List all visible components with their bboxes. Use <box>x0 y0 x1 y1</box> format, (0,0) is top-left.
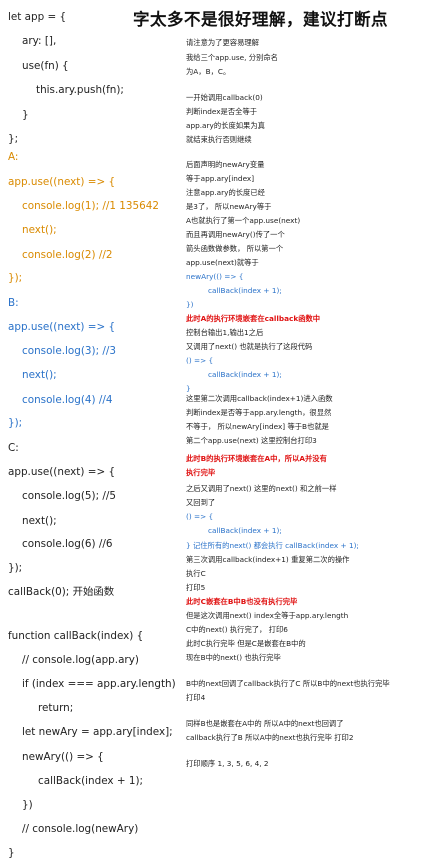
code-line: ary: [], <box>22 35 57 47</box>
code-line: } <box>22 109 29 121</box>
code-line: next(); <box>22 515 57 527</box>
code-line: use(fn) { <box>22 60 69 72</box>
code-line: console.log(4) //4 <box>22 394 113 406</box>
note-line: 此时C执行完毕 但是C是嵌套在B中的 <box>186 639 306 648</box>
note-line: callBack(index + 1); <box>208 526 282 535</box>
note-line: app.use(next)就等于 <box>186 258 259 267</box>
note-line: 请注意为了更容易理解 <box>186 38 259 47</box>
note-line: 现在B中的next() 也执行完毕 <box>186 653 281 662</box>
code-line: B: <box>8 297 19 309</box>
code-line: }); <box>8 272 23 284</box>
code-line: console.log(5); //5 <box>22 490 116 502</box>
note-line: 这里第二次调用callback(index+1)进入函数 <box>186 394 333 403</box>
note-line: } <box>186 384 191 393</box>
note-line: 同样B也是嵌套在A中的 所以A中的next也回调了 <box>186 719 344 728</box>
code-line: C: <box>8 442 19 454</box>
note-line: 又调用了next() 也就是执行了这段代码 <box>186 342 313 351</box>
note-line: 第二个app.use(next) 这里控制台打印3 <box>186 436 317 445</box>
note-line: 此时A的执行环境嵌套在callback函数中 <box>186 314 321 323</box>
note-line: 判断index是否等于app.ary.length，很显然 <box>186 408 332 417</box>
note-line: () => { <box>186 512 214 521</box>
code-line: next(); <box>22 224 57 236</box>
note-line: }) <box>186 300 194 309</box>
code-line: // console.log(newAry) <box>22 823 139 835</box>
note-line: } 记住所有的next() 都会执行 callBack(index + 1); <box>186 541 359 550</box>
code-line: callBack(index + 1); <box>38 775 144 787</box>
code-line: A: <box>8 151 19 163</box>
note-line: 但是这次调用next() index全等于app.ary.length <box>186 611 349 620</box>
note-line: 此时B的执行环境嵌套在A中，所以A并没有 <box>186 454 327 463</box>
note-line: newAry(() => { <box>186 272 244 281</box>
note-line: 一开始调用callback(0) <box>186 93 263 102</box>
note-line: 后面声明的newAry变量 <box>186 160 265 169</box>
note-line: 执行C <box>186 569 206 578</box>
page-title: 字太多不是很好理解，建议打断点 <box>133 10 388 29</box>
note-line: 箭头函数做参数， 所以第一个 <box>186 244 284 253</box>
note-line: app.ary的长度如果为真 <box>186 121 265 130</box>
note-line: 又回到了 <box>186 498 216 507</box>
note-line: 而且再调用newAry()传了一个 <box>186 230 285 239</box>
code-line: app.use((next) => { <box>8 466 116 478</box>
note-line: () => { <box>186 356 214 365</box>
note-line: 注意app.ary的长度已经 <box>186 188 265 197</box>
note-line: 等于app.ary[index] <box>186 174 255 183</box>
note-line: 之后又调用了next() 这里的next() 和之前一样 <box>186 484 337 493</box>
code-line: console.log(6) //6 <box>22 538 113 550</box>
code-line: }); <box>8 562 23 574</box>
code-line: }) <box>22 799 33 811</box>
code-line: // console.log(app.ary) <box>22 654 139 666</box>
code-line: } <box>8 847 15 859</box>
note-line: 第三次调用callback(index+1) 重复第二次的操作 <box>186 555 350 564</box>
code-line: callBack(0); 开始函数 <box>8 586 115 598</box>
note-line: 不等于， 所以newAry[index] 等于B也就是 <box>186 422 329 431</box>
note-line: callback执行了B 所以A中的next也执行完毕 打印2 <box>186 733 354 742</box>
note-line: 打印4 <box>186 693 206 702</box>
note-line: B中的next回调了callback执行了C 所以B中的next也执行完毕 <box>186 679 390 688</box>
code-line: newAry(() => { <box>22 751 104 763</box>
note-line: 打印5 <box>186 583 206 592</box>
note-line: callBack(index + 1); <box>208 286 282 295</box>
note-line: C中的next() 执行完了， 打印6 <box>186 625 288 634</box>
note-line: 此时C嵌套在B中B也没有执行完毕 <box>186 597 298 606</box>
note-line: 执行完毕 <box>186 468 216 477</box>
code-line: }; <box>8 133 19 145</box>
code-line: app.use((next) => { <box>8 176 116 188</box>
note-line: 判断index是否全等于 <box>186 107 258 116</box>
code-line: return; <box>38 702 74 714</box>
note-line: callBack(index + 1); <box>208 370 282 379</box>
code-line: let newAry = app.ary[index]; <box>22 726 173 738</box>
code-line: this.ary.push(fn); <box>36 84 124 96</box>
note-line: 打印顺序 1, 3, 5, 6, 4, 2 <box>186 759 269 768</box>
code-line: next(); <box>22 369 57 381</box>
code-line: let app = { <box>8 11 67 23</box>
note-line: 我给三个app.use, 分别命名 <box>186 53 278 62</box>
note-line: A也就执行了第一个app.use(next) <box>186 216 301 225</box>
code-line: app.use((next) => { <box>8 321 116 333</box>
code-line: console.log(2) //2 <box>22 249 113 261</box>
note-line: 是3了， 所以newAry等于 <box>186 202 272 211</box>
note-line: 就结束执行否则继续 <box>186 135 252 144</box>
code-line: }); <box>8 417 23 429</box>
code-line: console.log(1); //1 135642 <box>22 200 159 212</box>
code-line: if (index === app.ary.length) <box>22 678 176 690</box>
code-line: function callBack(index) { <box>8 630 144 642</box>
note-line: 为A，B，C。 <box>186 67 231 76</box>
code-line: console.log(3); //3 <box>22 345 116 357</box>
note-line: 控制台输出1,输出1之后 <box>186 328 264 337</box>
